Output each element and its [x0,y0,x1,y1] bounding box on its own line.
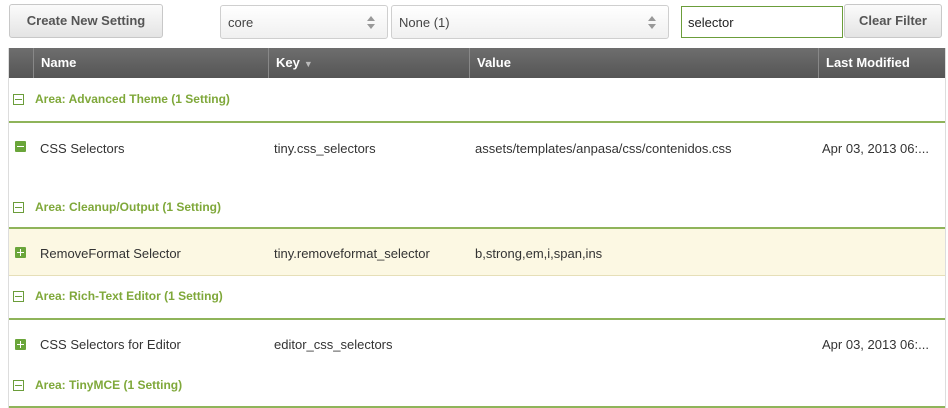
collapse-icon[interactable] [13,291,24,302]
column-header-last-modified[interactable]: Last Modified [818,48,945,78]
search-input[interactable] [681,6,843,38]
group-title: Area: Cleanup/Output (1 Setting) [35,199,221,214]
row-expand-icon[interactable] [15,339,26,350]
namespace-combo[interactable]: None (1) [391,5,669,39]
row-collapse-icon[interactable] [15,141,26,152]
grid-header: Name Key ▼ Value Last Modified [9,48,945,78]
row-value: assets/templates/anpasa/css/contenidos.c… [475,141,732,156]
row-value: b,strong,em,i,span,ins [475,246,603,261]
clear-filter-button[interactable]: Clear Filter [844,4,942,38]
updown-arrow-icon [367,16,375,30]
collapse-icon[interactable] [13,93,24,105]
row-name: CSS Selectors [40,141,125,156]
sort-arrow-icon: ▼ [303,59,313,69]
column-header-modified-label: Last Modified [826,55,910,70]
namespace-combo-value: None (1) [399,15,450,30]
create-new-setting-button[interactable]: Create New Setting [9,4,163,38]
group-header[interactable]: Area: Cleanup/Output (1 Setting) [9,188,945,229]
column-header-key-label: Key [276,55,300,70]
row-name: RemoveFormat Selector [40,246,181,261]
collapse-icon[interactable] [13,380,24,391]
updown-arrow-icon [648,16,656,30]
column-header-value[interactable]: Value [469,48,818,78]
collapse-icon[interactable] [13,201,24,213]
column-header-key[interactable]: Key ▼ [268,48,469,78]
group-header[interactable]: Area: Rich-Text Editor (1 Setting) [9,276,945,320]
table-row[interactable]: CSS Selectors for Editor editor_css_sele… [9,320,945,370]
header-expander-column [9,48,33,78]
row-name: CSS Selectors for Editor [40,337,181,352]
toolbar: Create New Setting core None (1) Clear F… [0,0,948,44]
row-expand-icon[interactable] [15,247,26,258]
column-header-value-label: Value [477,55,511,70]
column-header-name-label: Name [41,55,77,70]
group-title: Area: Rich-Text Editor (1 Setting) [35,289,223,303]
group-title: Area: Advanced Theme (1 Setting) [35,91,230,106]
row-last-modified: Apr 03, 2013 06:... [822,141,929,156]
group-title: Area: TinyMCE (1 Setting) [35,378,183,392]
group-header[interactable]: Area: TinyMCE (1 Setting) [9,366,945,408]
row-last-modified: Apr 03, 2013 06:... [822,337,929,352]
settings-grid: Name Key ▼ Value Last Modified Area: Adva… [8,48,946,408]
area-combo[interactable]: core [220,5,388,39]
table-row[interactable]: RemoveFormat Selector tiny.removeformat_… [9,229,945,276]
column-header-name[interactable]: Name [33,48,268,78]
area-combo-value: core [228,15,254,30]
row-key: editor_css_selectors [274,337,393,352]
row-key: tiny.css_selectors [274,141,376,156]
group-header[interactable]: Area: Advanced Theme (1 Setting) [9,78,945,123]
row-key: tiny.removeformat_selector [274,246,430,261]
